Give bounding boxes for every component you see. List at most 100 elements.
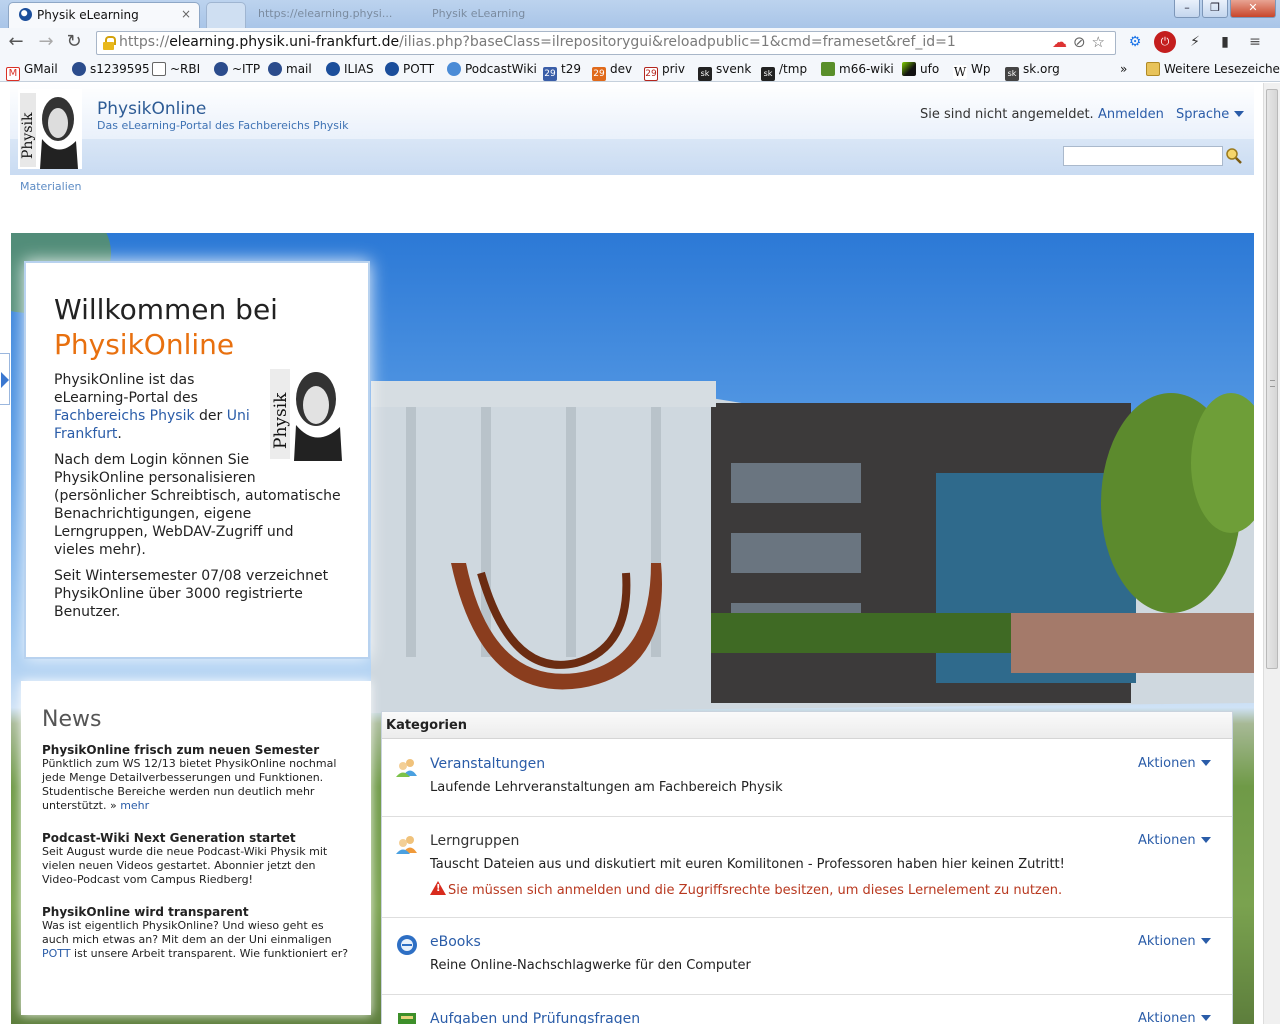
bookmark-podcastwiki[interactable]: PodcastWiki: [447, 62, 537, 76]
sk-icon: sk: [698, 67, 712, 81]
bookmark-tmp[interactable]: sk/tmp: [761, 62, 807, 81]
bookmark-wp[interactable]: W Wp: [953, 62, 990, 79]
group-icon: [396, 759, 417, 777]
block-icon[interactable]: ⊘: [1073, 33, 1092, 51]
category-title-veranstaltungen[interactable]: Veranstaltungen: [430, 756, 545, 772]
uni-link-part1[interactable]: Uni: [227, 408, 250, 424]
actions-dropdown[interactable]: Aktionen: [1138, 756, 1211, 771]
news-item: PhysikOnline frisch zum neuen Semester P…: [42, 743, 350, 813]
category-description: Laufende Lehrveranstaltungen am Fachbere…: [430, 780, 783, 795]
forward-button[interactable]: →: [34, 31, 58, 55]
physikonline-logo: Physik: [270, 369, 342, 461]
extension-icons: ⚙ ⏻ ⚡ ▮ ≡: [1124, 31, 1266, 53]
hero-banner: Willkommen bei PhysikOnline Physik Physi…: [11, 233, 1254, 1024]
chevron-down-icon: [1234, 111, 1245, 117]
browser-tab-active[interactable]: Physik eLearning ×: [8, 2, 200, 28]
tab-close-icon[interactable]: ×: [181, 7, 191, 21]
fachbereich-link[interactable]: Fachbereichs Physik: [54, 408, 195, 424]
back-button[interactable]: ←: [4, 31, 28, 55]
minimize-button[interactable]: –: [1174, 0, 1200, 18]
omnibox-icons: ☁⊘☆: [1052, 33, 1111, 51]
bookmark-rbi[interactable]: ~RBI: [152, 62, 200, 76]
user-icon: [72, 62, 86, 76]
page-icon: [152, 62, 166, 76]
close-window-button[interactable]: ✕: [1230, 0, 1276, 18]
bookmarks-overflow-button[interactable]: »: [1120, 62, 1127, 76]
personalize-paragraph: Nach dem Login können Sie PhysikOnline p…: [54, 452, 341, 558]
settings-extension-icon[interactable]: ⚙: [1124, 31, 1146, 53]
uni-link-part2[interactable]: Frankfurt: [54, 426, 117, 442]
new-tab-button[interactable]: [206, 2, 246, 28]
sidebar-toggle-arrow-icon[interactable]: [0, 353, 10, 405]
welcome-brand: PhysikOnline: [54, 328, 235, 361]
scrollbar-thumb[interactable]: [1266, 89, 1278, 669]
category-title-ebooks[interactable]: eBooks: [430, 934, 481, 950]
actions-dropdown[interactable]: Aktionen: [1138, 1011, 1211, 1024]
search-icon[interactable]: [1224, 146, 1244, 166]
svg-text:Physik: Physik: [20, 112, 36, 159]
ghost-tab-1: https://elearning.physi...: [258, 7, 393, 20]
news-title: PhysikOnline frisch zum neuen Semester: [42, 743, 320, 757]
exercise-icon: [398, 1013, 416, 1024]
search-input[interactable]: [1063, 146, 1223, 166]
other-bookmarks-folder[interactable]: Weitere Lesezeichen: [1146, 62, 1280, 76]
bookmark-m66-wiki[interactable]: m66-wiki: [821, 62, 894, 76]
category-row: eBooks Reine Online-Nachschlagwerke für …: [382, 918, 1232, 995]
wikipedia-icon: W: [953, 65, 967, 79]
breadcrumb[interactable]: Materialien: [20, 180, 81, 193]
bookmark-t29[interactable]: 29 t29: [543, 62, 581, 81]
window-controls: – ❐ ✕: [1174, 0, 1276, 18]
bookmark-itp[interactable]: ~ITP: [214, 62, 260, 76]
group-icon: [396, 836, 417, 854]
cloud-icon[interactable]: ☁: [1052, 33, 1073, 51]
category-title-lerngruppen: Lerngruppen: [430, 833, 520, 849]
scroll-grip-icon: [1270, 380, 1275, 387]
wrench-menu-icon[interactable]: ≡: [1244, 31, 1266, 53]
wiki-icon: [821, 62, 835, 76]
physikonline-logo[interactable]: Physik: [18, 89, 82, 169]
language-menu[interactable]: Sprache: [1176, 107, 1245, 122]
url-scheme: https://: [119, 34, 170, 50]
news-heading: News: [42, 707, 102, 732]
lightning-extension-icon[interactable]: ⚡: [1184, 31, 1206, 53]
users-paragraph: Seit Wintersemester 07/08 verzeichnet Ph…: [54, 568, 329, 620]
page-scrollbar[interactable]: [1263, 83, 1280, 1024]
lock-icon: [103, 36, 116, 50]
bookmark-dev[interactable]: 29 dev: [592, 62, 632, 81]
bookmark-ilias[interactable]: ILIAS: [326, 62, 374, 76]
calendar-icon: 29: [543, 67, 557, 81]
bookmark-star-icon[interactable]: ☆: [1092, 33, 1111, 51]
address-bar[interactable]: https://elearning.physik.uni-frankfurt.d…: [96, 31, 1116, 55]
calendar-icon: 29: [592, 67, 606, 81]
phone-extension-icon[interactable]: ▮: [1214, 31, 1236, 53]
bookmarks-bar: M GMail s1239595 ~RBI ~ITP mail ILIAS POT…: [0, 58, 1280, 82]
bookmark-pott[interactable]: POTT: [385, 62, 434, 76]
browser-titlebar: Physik eLearning × https://elearning.phy…: [0, 0, 1280, 28]
chevron-down-icon: [1200, 938, 1211, 944]
login-status: Sie sind nicht angemeldet.: [920, 107, 1094, 122]
maximize-button[interactable]: ❐: [1202, 0, 1228, 18]
site-subtitle: Das eLearning-Portal des Fachbereichs Ph…: [97, 119, 349, 132]
reload-button[interactable]: ↻: [62, 31, 86, 55]
site-title[interactable]: PhysikOnline: [97, 99, 206, 119]
bookmark-svenk[interactable]: sk svenk: [698, 62, 751, 81]
bookmark-ufo[interactable]: ufo: [902, 62, 939, 76]
bookmark-sk-org[interactable]: sk sk.org: [1005, 62, 1060, 81]
login-link[interactable]: Anmelden: [1098, 107, 1164, 122]
news-more-link[interactable]: mehr: [120, 799, 149, 812]
bookmark-gmail[interactable]: M GMail: [6, 62, 58, 81]
actions-dropdown[interactable]: Aktionen: [1138, 934, 1211, 949]
category-row: Veranstaltungen Laufende Lehrveranstaltu…: [382, 740, 1232, 817]
actions-dropdown[interactable]: Aktionen: [1138, 833, 1211, 848]
pott-link[interactable]: POTT: [42, 947, 71, 960]
bookmark-s1239595[interactable]: s1239595: [72, 62, 150, 76]
news-title: PhysikOnline wird transparent: [42, 905, 249, 919]
adblock-extension-icon[interactable]: ⏻: [1154, 31, 1176, 53]
bookmark-priv[interactable]: 29 priv: [644, 62, 685, 81]
bookmark-mail[interactable]: mail: [268, 62, 312, 76]
page-viewport: Physik PhysikOnline Das eLearning-Portal…: [0, 83, 1280, 1024]
category-title-aufgaben[interactable]: Aufgaben und Prüfungsfragen: [430, 1011, 640, 1024]
svg-text:Physik: Physik: [271, 392, 291, 449]
ufo-icon: [902, 62, 916, 76]
chevron-down-icon: [1200, 760, 1211, 766]
